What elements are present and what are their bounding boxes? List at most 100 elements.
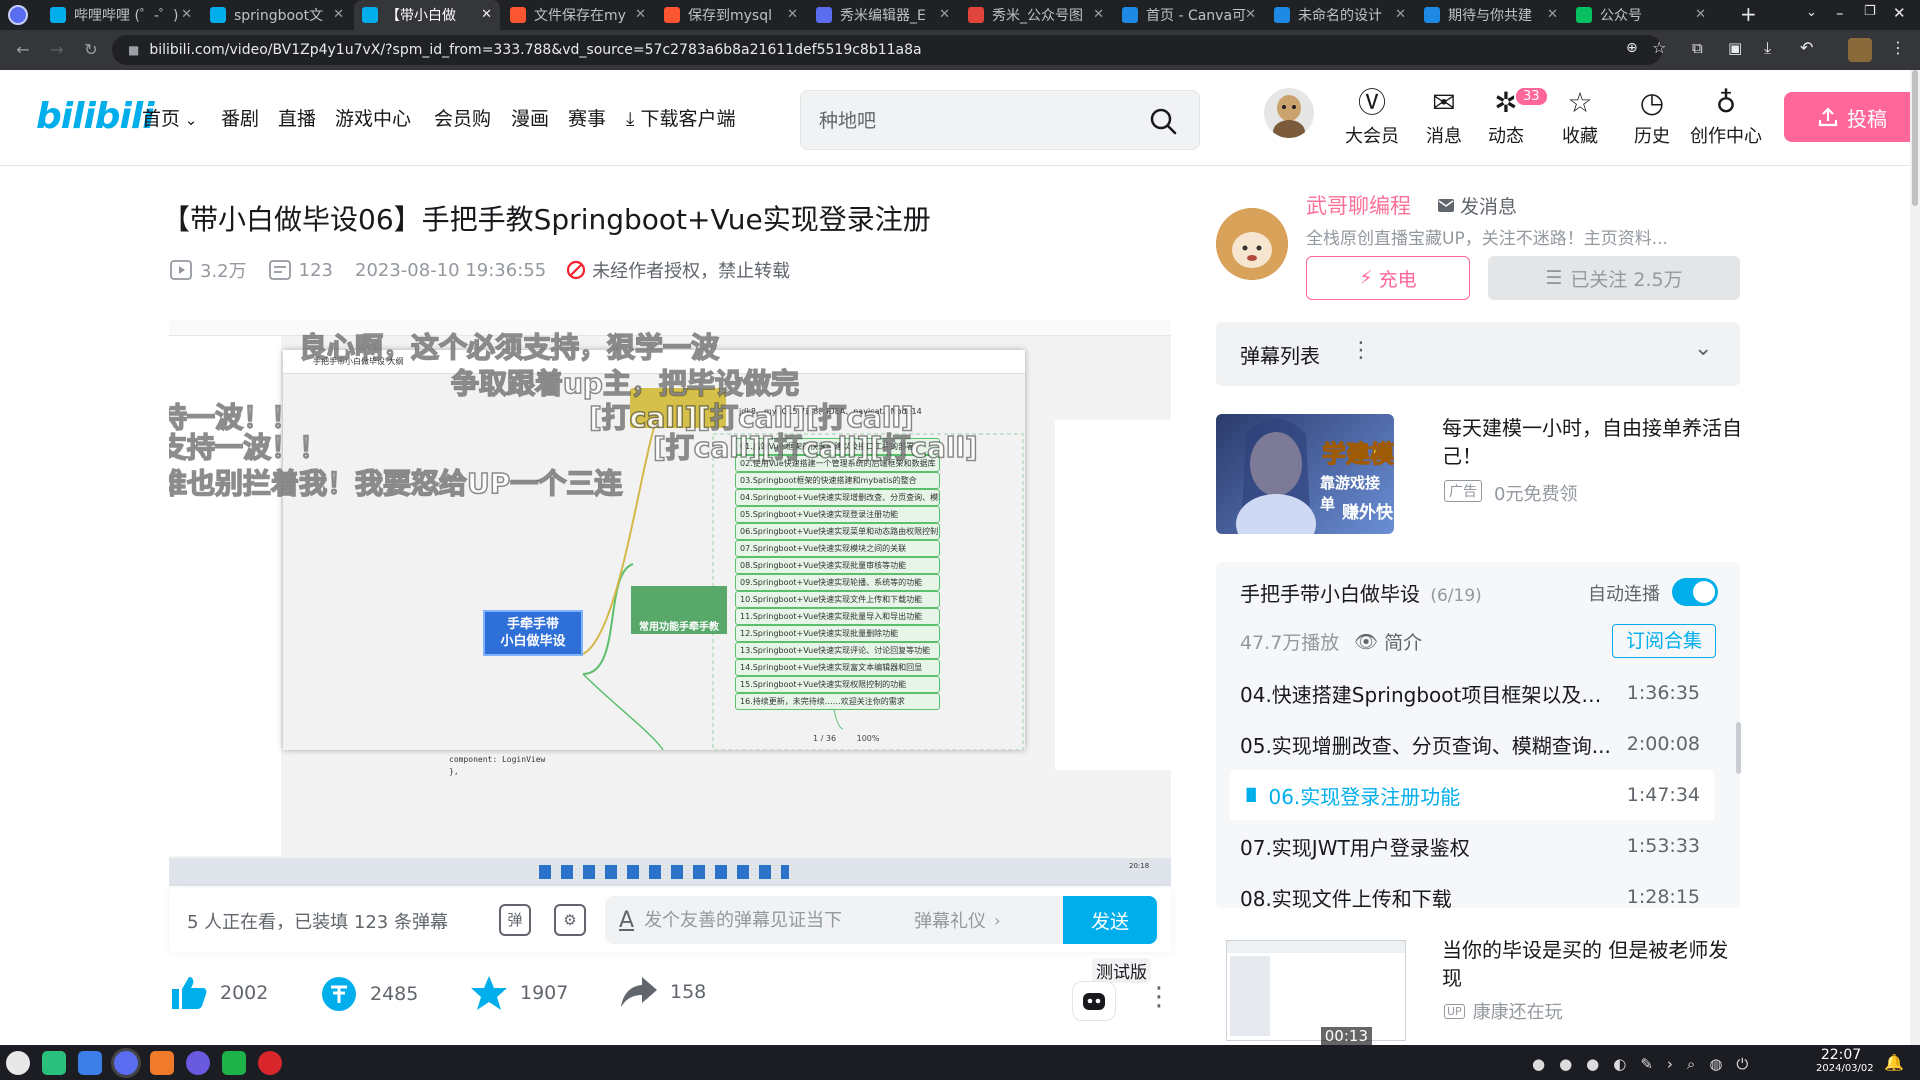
coin-button[interactable]: 2485 bbox=[320, 975, 418, 1013]
playlist-episode[interactable]: ▐▌ 06.实现登录注册功能 1:47:34 bbox=[1230, 770, 1714, 820]
window-minimize-button[interactable]: – bbox=[1836, 4, 1844, 22]
url-field[interactable]: ■ bilibili.com/video/BV1Zp4y1u7vX/?spm_i… bbox=[112, 35, 1662, 65]
browser-tab[interactable]: 期待与你共建 ✕ bbox=[1416, 0, 1566, 30]
browser-tab[interactable]: 秀米编辑器_E ✕ bbox=[808, 0, 958, 30]
danmaku-toggle-icon[interactable]: 弹 bbox=[499, 904, 531, 936]
browser-tab[interactable]: 公众号 ✕ bbox=[1568, 0, 1714, 30]
favorite-button[interactable]: 1907 bbox=[470, 975, 568, 1011]
zoom-icon[interactable]: ⊕ bbox=[1626, 40, 1638, 56]
autoplay-toggle[interactable] bbox=[1672, 578, 1718, 606]
browser-tab[interactable]: 首页 - Canva可 ✕ bbox=[1114, 0, 1264, 30]
danmaku-list-more-icon[interactable]: ⋮ bbox=[1350, 338, 1372, 363]
close-tab-icon[interactable]: ✕ bbox=[1547, 7, 1558, 22]
browser-tab[interactable]: 秀米_公众号图 ✕ bbox=[960, 0, 1112, 30]
nav-item[interactable]: 赛事 bbox=[568, 104, 606, 131]
bilibili-logo[interactable]: bilibili bbox=[36, 96, 155, 137]
browser-tab[interactable]: 【带小白做 ✕ bbox=[354, 0, 500, 30]
profile-avatar-icon[interactable] bbox=[1848, 38, 1872, 62]
nav-item[interactable]: 首页 ⌄ bbox=[142, 104, 197, 131]
close-tab-icon[interactable]: ✕ bbox=[1245, 7, 1256, 22]
nav-item[interactable]: 直播 bbox=[278, 104, 316, 131]
browser-tab[interactable]: 哔哩哔哩 (゜-゜) ✕ bbox=[42, 0, 200, 30]
header-star-button[interactable]: ☆ 收藏 bbox=[1540, 88, 1620, 148]
header-creator-button[interactable]: ♁ 创作中心 bbox=[1686, 88, 1766, 148]
files-icon[interactable] bbox=[78, 1051, 102, 1075]
forward-button[interactable]: → bbox=[46, 39, 68, 61]
close-tab-icon[interactable]: ✕ bbox=[181, 7, 192, 22]
video-player[interactable]: 手把手带小白做毕设 大纲 手牵手带 小白做毕设 jdk8、mySQL5.7或8、… bbox=[169, 320, 1171, 886]
history-back-icon[interactable]: ↶ bbox=[1800, 38, 1813, 57]
wechat-icon[interactable] bbox=[222, 1051, 246, 1075]
extensions-icon[interactable]: ⧉ bbox=[1692, 39, 1703, 57]
like-button[interactable]: 2002 bbox=[170, 975, 268, 1011]
new-tab-button[interactable]: + bbox=[1740, 2, 1757, 26]
browser-profile-icon[interactable] bbox=[8, 5, 28, 25]
send-message-link[interactable]: 发消息 bbox=[1438, 192, 1517, 219]
browser-tab[interactable]: 文件保存在my ✕ bbox=[502, 0, 654, 30]
close-tab-icon[interactable]: ✕ bbox=[939, 7, 950, 22]
browser-tab[interactable]: 未命名的设计 ✕ bbox=[1266, 0, 1414, 30]
danmaku-settings-icon[interactable]: ⚙ bbox=[554, 904, 586, 936]
search-input[interactable] bbox=[819, 107, 1139, 135]
browser-menu-icon[interactable]: ⋮ bbox=[1890, 38, 1906, 57]
download-icon[interactable]: ⤓ bbox=[1764, 38, 1771, 58]
notification-bell-icon[interactable]: 🔔 bbox=[1884, 1053, 1904, 1072]
charge-button[interactable]: ⚡ 充电 bbox=[1306, 256, 1470, 300]
send-button[interactable]: 发送 bbox=[1063, 896, 1157, 944]
browser-tab[interactable]: 保存到mysql ✕ bbox=[656, 0, 806, 30]
window-maximize-button[interactable]: ❐ bbox=[1864, 4, 1876, 19]
tray-icons[interactable]: ●●●◐✎›⌕◍⏻ bbox=[1532, 1055, 1762, 1073]
close-tab-icon[interactable]: ✕ bbox=[1695, 7, 1706, 22]
store-icon[interactable] bbox=[150, 1051, 174, 1075]
chevron-down-icon[interactable]: ⌄ bbox=[1694, 336, 1712, 361]
more-options-icon[interactable]: ⋮ bbox=[1146, 982, 1172, 1012]
upload-button[interactable]: 投稿 bbox=[1784, 92, 1920, 142]
playlist-episode[interactable]: 04.快速搭建Springboot项目框架以及S... 1:36:35 bbox=[1230, 668, 1714, 718]
nav-item[interactable]: 漫画 bbox=[511, 104, 549, 131]
header-vip-button[interactable]: Ⓥ 大会员 bbox=[1332, 88, 1412, 148]
etiquette-link[interactable]: 弹幕礼仪 bbox=[914, 907, 986, 933]
subscribe-button[interactable]: 订阅合集 bbox=[1612, 624, 1716, 658]
tab-search-icon[interactable]: ⌄ bbox=[1806, 5, 1817, 20]
ad-title[interactable]: 每天建模一小时，自由接单养活自己！ bbox=[1442, 414, 1742, 470]
close-tab-icon[interactable]: ✕ bbox=[333, 7, 344, 22]
font-style-icon[interactable]: A bbox=[619, 908, 634, 933]
danmaku-list-card[interactable]: 弹幕列表 ⋮ ⌄ bbox=[1216, 322, 1740, 386]
follow-button[interactable]: ☰ 已关注 2.5万 bbox=[1488, 256, 1740, 300]
settings-icon[interactable] bbox=[186, 1051, 210, 1075]
close-tab-icon[interactable]: ✕ bbox=[787, 7, 798, 22]
reload-button[interactable]: ↻ bbox=[80, 39, 102, 61]
danmaku-input[interactable] bbox=[644, 909, 915, 931]
user-avatar[interactable] bbox=[1264, 88, 1314, 138]
close-tab-icon[interactable]: ✕ bbox=[1395, 7, 1406, 22]
browser-taskbar-icon[interactable] bbox=[114, 1051, 138, 1075]
nav-item[interactable]: 会员购 bbox=[434, 104, 491, 131]
search-icon[interactable] bbox=[1149, 107, 1177, 135]
intro-link[interactable]: 👁 简介 bbox=[1354, 628, 1422, 655]
window-close-button[interactable]: ✕ bbox=[1893, 4, 1906, 22]
close-tab-icon[interactable]: ✕ bbox=[635, 7, 646, 22]
netease-music-icon[interactable] bbox=[258, 1051, 282, 1075]
share-button[interactable]: 158 bbox=[620, 975, 706, 1009]
recommend-author-row[interactable]: UP 康康还在玩 bbox=[1444, 998, 1563, 1024]
terminal-icon[interactable] bbox=[42, 1051, 66, 1075]
ad-thumbnail[interactable]: 学建模 靠游戏接单 赚外快 bbox=[1216, 414, 1394, 534]
recommend-thumbnail[interactable]: 00:13 bbox=[1216, 936, 1416, 1045]
back-button[interactable]: ← bbox=[12, 39, 34, 61]
uploader-name[interactable]: 武哥聊编程 bbox=[1306, 190, 1411, 220]
nav-item[interactable]: ⤓ 下载客户端 bbox=[626, 104, 735, 131]
header-history-button[interactable]: ◷ 历史 bbox=[1612, 88, 1692, 148]
tab-capture-icon[interactable]: ▣ bbox=[1728, 39, 1742, 57]
taskbar-clock[interactable]: 22:07 2024/03/02 bbox=[1816, 1047, 1874, 1074]
bookmark-star-icon[interactable]: ☆ bbox=[1652, 38, 1666, 57]
recommend-title[interactable]: 当你的毕设是买的 但是被老师发现 bbox=[1442, 936, 1742, 992]
ai-assistant-icon[interactable] bbox=[1072, 981, 1116, 1021]
page-scrollbar[interactable] bbox=[1910, 70, 1920, 1045]
uploader-avatar[interactable] bbox=[1216, 208, 1288, 280]
nav-item[interactable]: 番剧 bbox=[221, 104, 259, 131]
browser-tab[interactable]: springboot文 ✕ bbox=[202, 0, 352, 30]
close-tab-icon[interactable]: ✕ bbox=[481, 7, 492, 22]
playlist-title[interactable]: 手把手带小白做毕设 (6/19) bbox=[1240, 578, 1482, 607]
header-dynamic-button[interactable]: ✲ 33 动态 bbox=[1466, 86, 1549, 148]
close-tab-icon[interactable]: ✕ bbox=[1093, 7, 1104, 22]
